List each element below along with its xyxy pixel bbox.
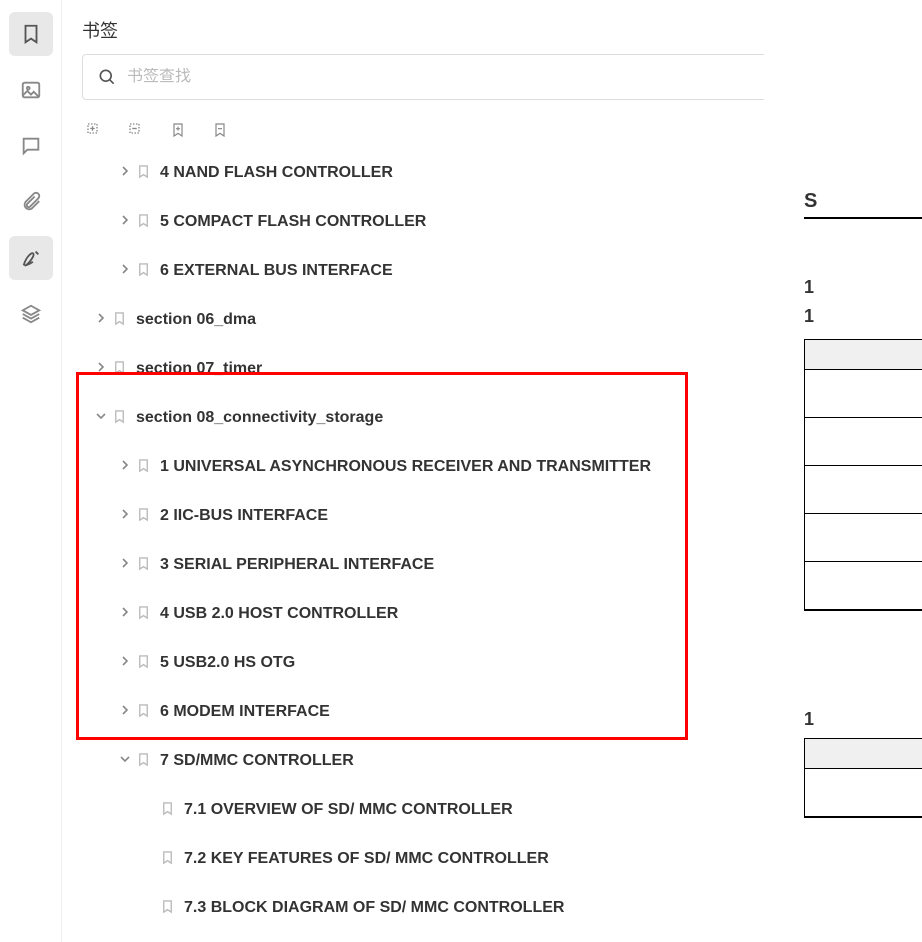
doc-item: 1: [804, 709, 922, 730]
search-icon: [97, 67, 117, 87]
bookmark-icon: [136, 162, 154, 179]
bookmark-icon: [136, 603, 154, 620]
bookmark-icon: [112, 309, 130, 326]
caret-right-icon[interactable]: [120, 554, 136, 568]
bookmark-label: 7.3 BLOCK DIAGRAM OF SD/ MMC CONTROLLER: [184, 897, 862, 919]
bookmark-tab-icon[interactable]: [9, 12, 53, 56]
caret-down-icon[interactable]: [96, 407, 112, 421]
bookmark-icon: [136, 505, 154, 522]
layers-tab-icon[interactable]: [9, 292, 53, 336]
bookmark-icon: [160, 848, 178, 865]
caret-right-icon[interactable]: [120, 652, 136, 666]
bookmark-label: 2 IIC-BUS INTERFACE: [160, 505, 862, 527]
caret-right-icon[interactable]: [96, 358, 112, 372]
bookmark-label: 7.1 OVERVIEW OF SD/ MMC CONTROLLER: [184, 799, 862, 821]
caret-right-icon[interactable]: [96, 309, 112, 323]
caret-right-icon[interactable]: [120, 603, 136, 617]
bookmark-label: 4 NAND FLASH CONTROLLER: [160, 162, 862, 184]
bookmark-plus-icon[interactable]: [168, 120, 188, 140]
bookmark-icon: [136, 456, 154, 473]
caret-right-icon[interactable]: [120, 505, 136, 519]
doc-table-fragment: [804, 339, 922, 611]
caret-right-icon[interactable]: [120, 456, 136, 470]
bookmark-label: 5 USB2.0 HS OTG: [160, 652, 862, 674]
caret-right-icon: [144, 799, 160, 803]
bookmark-label: 3 SERIAL PERIPHERAL INTERFACE: [160, 554, 862, 576]
bookmark-minus-icon[interactable]: [210, 120, 230, 140]
bookmark-icon: [136, 211, 154, 228]
bookmark-icon: [160, 897, 178, 914]
caret-right-icon[interactable]: [120, 701, 136, 715]
doc-heading: S: [804, 190, 922, 219]
bookmark-icon: [160, 799, 178, 816]
doc-item: 1: [804, 306, 922, 327]
caret-down-icon[interactable]: [120, 750, 136, 764]
comment-tab-icon[interactable]: [9, 124, 53, 168]
bookmark-label: section 06_dma: [136, 309, 862, 331]
panel-title: 书签: [82, 17, 118, 43]
bookmark-label: section 08_connectivity_storage: [136, 407, 862, 429]
bookmark-label: 4 USB 2.0 HOST CONTROLLER: [160, 603, 862, 625]
caret-right-icon[interactable]: [120, 162, 136, 176]
caret-right-icon: [144, 848, 160, 852]
bookmark-icon: [136, 750, 154, 767]
bookmark-label: 7.2 KEY FEATURES OF SD/ MMC CONTROLLER: [184, 848, 862, 870]
bookmark-label: 1 UNIVERSAL ASYNCHRONOUS RECEIVER AND TR…: [160, 456, 862, 478]
caret-right-icon[interactable]: [120, 211, 136, 225]
bookmark-label: 6 MODEM INTERFACE: [160, 701, 862, 723]
sidebar-toolbar: [0, 0, 62, 942]
bookmark-icon: [136, 260, 154, 277]
bookmark-icon: [112, 407, 130, 424]
signature-tab-icon[interactable]: [9, 236, 53, 280]
bookmark-label: 7 SD/MMC CONTROLLER: [160, 750, 862, 772]
image-tab-icon[interactable]: [9, 68, 53, 112]
bookmark-icon: [112, 358, 130, 375]
bookmark-label: section 07_timer: [136, 358, 862, 380]
bookmark-icon: [136, 701, 154, 718]
attachment-tab-icon[interactable]: [9, 180, 53, 224]
caret-right-icon[interactable]: [120, 260, 136, 274]
add-bookmark-icon[interactable]: [84, 120, 104, 140]
remove-bookmark-icon[interactable]: [126, 120, 146, 140]
bookmark-icon: [136, 652, 154, 669]
bookmark-label: 6 EXTERNAL BUS INTERFACE: [160, 260, 862, 282]
doc-table-fragment: [804, 738, 922, 818]
caret-right-icon: [144, 897, 160, 901]
bookmark-label: 5 COMPACT FLASH CONTROLLER: [160, 211, 862, 233]
document-preview: S 1 1 1: [764, 0, 922, 942]
bookmark-icon: [136, 554, 154, 571]
doc-item: 1: [804, 277, 922, 298]
